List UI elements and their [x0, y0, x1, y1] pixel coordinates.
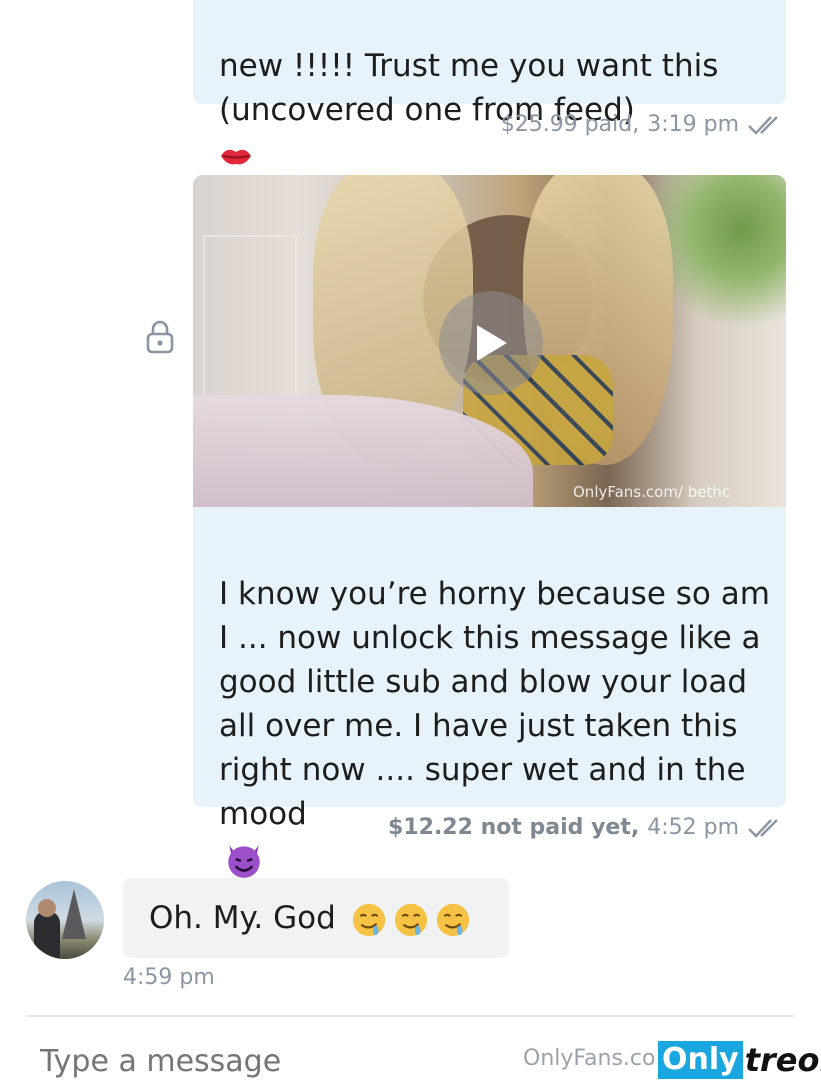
message-text: I know you’re horny because so am I ... … [219, 576, 770, 832]
brand-part-a: Only [658, 1041, 743, 1079]
brand-watermark: Only treon [658, 1040, 821, 1080]
price-status: $12.22 not paid yet, [388, 815, 640, 840]
message-meta: $25.99 paid, 3:19 pm [501, 112, 785, 137]
play-button[interactable] [439, 291, 543, 395]
message-input[interactable] [40, 1044, 520, 1079]
incoming-message: Oh. My. God [123, 878, 509, 958]
message-text: Oh. My. God [149, 900, 336, 936]
site-watermark: OnlyFans.co [523, 1046, 656, 1071]
lock-icon [146, 320, 174, 354]
locked-video-preview[interactable]: OnlyFans.com/ bethc [193, 175, 786, 507]
outgoing-message-2: I know you’re horny because so am I ... … [193, 507, 786, 878]
avatar[interactable] [26, 881, 104, 959]
kiss-mark-emoji-icon [221, 149, 251, 164]
message-meta: $12.22 not paid yet, 4:52 pm [388, 815, 785, 840]
drooling-face-emoji-icon [352, 903, 385, 936]
price-status: $25.99 paid, [500, 112, 640, 137]
drooling-face-emoji-icon [394, 903, 427, 936]
divider [26, 1015, 795, 1017]
outgoing-message-1: new !!!!! Trust me you want this (uncove… [193, 0, 786, 208]
video-watermark: OnlyFans.com/ bethc [573, 483, 731, 501]
drooling-face-emoji-icon [436, 903, 469, 936]
message-time: 4:52 pm [647, 815, 739, 840]
read-checkmarks-icon [748, 818, 778, 838]
brand-part-b: treon [744, 1041, 821, 1079]
message-time: 4:59 pm [123, 965, 215, 990]
smiling-devil-emoji-icon [228, 844, 260, 878]
play-icon [477, 325, 507, 361]
message-time: 3:19 pm [647, 112, 739, 137]
read-checkmarks-icon [748, 115, 778, 135]
